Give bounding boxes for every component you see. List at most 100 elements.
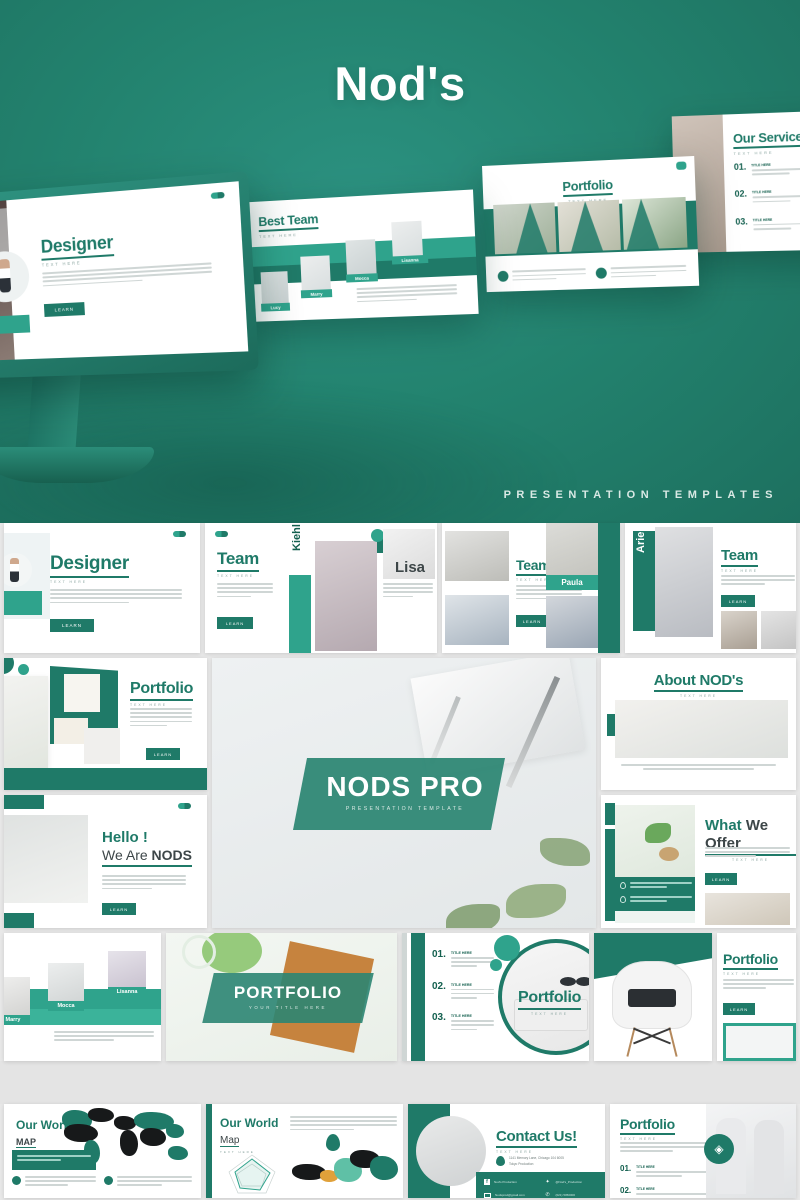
slide-team-names[interactable]: Marry Mocca Lisanna [4,933,161,1061]
slide-team-ariel[interactable]: Ariel Team TEXT HERE LEARN [625,523,796,653]
slide-nods-pro-cover[interactable]: NODS PRO PRESENTATION TEMPLATE [212,658,596,928]
slide-portfolio-cover[interactable]: PORTFOLIO YOUR TITLE HERE [166,933,397,1061]
accent-circle [494,935,520,961]
radar-chart [226,1152,278,1196]
learn-button[interactable]: LEARN [102,903,136,915]
cover-subtitle: YOUR TITLE HERE [248,1005,328,1010]
hero-slide-portfolio[interactable]: Portfolio TEXT HERE [482,155,700,293]
region-map-graphic [292,1148,400,1196]
contact-phone[interactable]: ✆ (021) 5050000 [546,1192,598,1198]
portfolio-bullet [497,268,587,284]
name-vertical-ariel: Ariel [635,528,647,553]
learn-button[interactable]: LEARN [705,873,737,885]
monitor-screen[interactable]: Clara Designer TEXT HERE LEARN [0,181,249,363]
slide-body [217,583,273,600]
offer-title-prefix: What [705,817,746,834]
monitor-bezel: Clara Designer TEXT HERE LEARN [0,171,260,380]
hello-subtitle-prefix: We Are [102,847,152,863]
learn-button[interactable]: LEARN [217,617,253,629]
map-pin-icon [326,1134,340,1151]
learn-button[interactable]: LEARN [43,302,85,317]
location-pin-icon [496,1156,505,1166]
portfolio-bullet [595,265,687,281]
grid-row-1: Designer TEXT HERE LEARN Team TEXT HERE [0,523,800,653]
portfolio-item-list: 01. TITLE HERE 02. TITLE HERE [432,949,494,1033]
name-chip-paula: Paula [546,575,598,590]
leaf-icon [540,838,590,866]
hello-subtitle-strong: NODS [151,847,192,863]
slide-title: Team [217,549,259,572]
list-item[interactable]: 02. TITLE HERE [620,1186,712,1198]
learn-button[interactable]: LEARN [723,1003,755,1015]
team-photo [445,531,509,581]
contact-facebook[interactable]: f Nod's Production [484,1179,536,1185]
ariel-photo [655,527,713,637]
slide-title: Portfolio [723,951,778,970]
slide-subtitle: TEXT HERE [496,1150,533,1154]
slide-title: About NOD's [653,672,744,692]
list-item[interactable]: 03. TITLE HERE [735,215,800,233]
slide-portfolio-moodboard[interactable]: Portfolio TEXT HERE LEARN [4,658,207,790]
slide-title: Portfolio [620,1116,675,1135]
learn-button[interactable]: LEARN [146,748,180,760]
name-lisa: Lisa [395,559,426,576]
slide-team-paula[interactable]: Team TEXT HERE LEARN Paula [442,523,620,653]
phone-icon: ✆ [545,1192,550,1198]
designer-circle-photo [0,249,31,304]
slide-body [130,708,192,729]
contact-email[interactable]: Nodsprod@gmail.com [484,1192,536,1198]
slide-subtitle: TEXT HERE [680,694,717,698]
team-photo [721,611,757,649]
hero-footer-text: PRESENTATION TEMPLATES [503,489,778,501]
slide-chair[interactable] [594,933,712,1061]
team-photo [315,541,377,651]
cover-title: PORTFOLIO [233,983,343,1002]
learn-button[interactable]: LEARN [721,595,755,607]
portfolio-item-list: 01. TITLE HERE 02. TITLE HERE [620,1164,712,1198]
slide-portfolio-numbered[interactable]: 01. TITLE HERE 02. TITLE HERE 03. TITLE … [402,933,589,1061]
slide-contact-us[interactable]: Contact Us! TEXT HERE 1141 Memory Lane, … [408,1104,605,1198]
accent-circle [490,959,502,971]
list-item[interactable]: 01. TITLE HERE [432,949,494,970]
list-item[interactable]: 02. TITLE HERE [432,981,494,1002]
page-title: Nod's [334,57,466,110]
list-item[interactable]: 01. TITLE HERE [734,160,800,179]
list-item[interactable]: 01. TITLE HERE [620,1164,712,1179]
offer-bullets [615,877,695,911]
map-bullet [104,1176,192,1189]
slide-body [723,979,794,992]
slide-our-world-map[interactable]: Our World MAP TEXT HERE [4,1104,201,1198]
pin-icon [620,896,626,903]
slide-our-world-map-radar[interactable]: Our World Map TEXT HERE [206,1104,403,1198]
slide-what-we-offer[interactable]: What We Offer TEXT HERE LEARN [601,795,796,928]
slide-body [620,1142,708,1155]
slide-portfolio-right[interactable]: Portfolio TEXT HERE LEARN [717,933,796,1061]
slide-subtitle: TEXT HERE [258,232,298,239]
leaf-icon [506,884,566,918]
learn-button[interactable]: LEARN [516,615,548,627]
slide-body [721,575,795,588]
herbs-photo [615,805,695,877]
team-name-chip: Lucy [261,302,291,312]
contact-twitter[interactable]: ✦ @Nod's_Production [546,1179,598,1185]
slide-team-kiehl-lisa[interactable]: Team TEXT HERE LEARN Kiehl Lisa [205,523,437,653]
slide-subtitle: TEXT HERE [130,703,167,707]
map-banner [12,1150,96,1170]
logo-pill-icon [215,531,228,537]
slide-portfolio-last[interactable]: Portfolio TEXT HERE 01. TITLE HERE 02. T… [610,1104,796,1198]
slide-about-nods[interactable]: About NOD's TEXT HERE [601,658,796,790]
list-item[interactable]: 03. TITLE HERE [432,1012,494,1033]
interior-photo [615,700,788,758]
slide-title: Our World [220,1116,279,1130]
facebook-icon: f [484,1179,490,1185]
slide-subtitle: TEXT HERE [50,580,87,584]
hero-slide-best-team[interactable]: Best Team TEXT HERE Lucy Marry Mocca Lis… [244,189,479,322]
list-item[interactable]: 02. TITLE HERE [734,187,800,206]
slide-designer[interactable]: Designer TEXT HERE LEARN [4,523,200,653]
slide-hello-we-are-nods[interactable]: Hello ! We Are NODS LEARN [4,795,207,928]
learn-button[interactable]: LEARN [50,619,94,632]
folded-clothes [628,989,676,1007]
slide-body [621,764,776,772]
lavender-photo [4,676,48,768]
slide-body [290,1116,397,1133]
